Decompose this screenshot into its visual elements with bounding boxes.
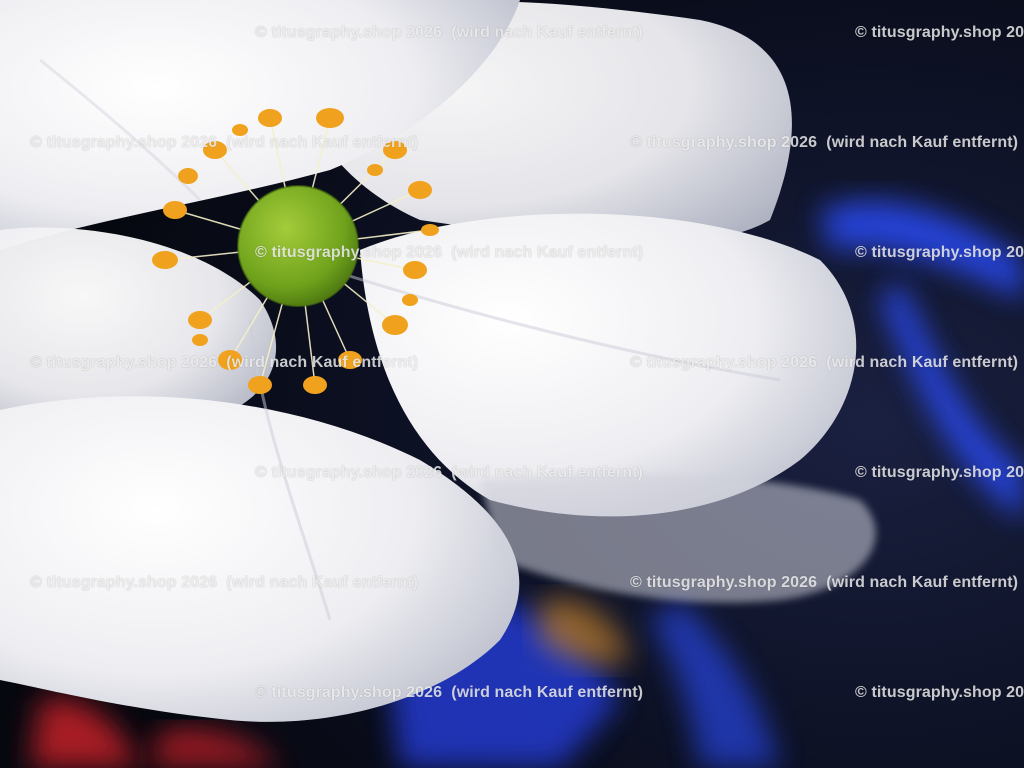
flower-photo [0, 0, 1024, 768]
photo-canvas: © titusgraphy.shop 2026 (wird nach Kauf … [0, 0, 1024, 768]
